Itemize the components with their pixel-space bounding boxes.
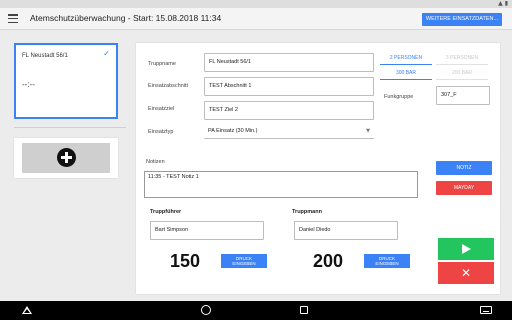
- einsatzziel-input[interactable]: TEST Ziel 2: [204, 101, 374, 120]
- app-bar: Atemschutzüberwachung - Start: 15.08.201…: [0, 8, 512, 30]
- funkgruppe-label: Funkgruppe: [384, 94, 414, 100]
- app-title: Atemschutzüberwachung - Start: 15.08.201…: [30, 13, 222, 23]
- unit-name: FL Neustadt 56/1: [22, 53, 68, 59]
- system-status-icons: ▲ ▮: [498, 0, 508, 7]
- truppfuehrer-druck-button[interactable]: DRUCK EINGEBEN: [221, 254, 267, 268]
- funkgruppe-input[interactable]: 307_F: [436, 86, 490, 105]
- notiz-button[interactable]: NOTIZ: [436, 161, 492, 175]
- truppfuehrer-pressure: 150: [170, 251, 201, 271]
- stop-button[interactable]: ✕: [438, 262, 494, 284]
- truppmann-input[interactable]: Daniel Diedo: [294, 221, 398, 240]
- android-nav-bar: [0, 301, 512, 320]
- home-icon[interactable]: [201, 305, 211, 315]
- more-mission-data-button[interactable]: WEITERE EINSATZDATEN...: [422, 13, 502, 26]
- truppfuehrer-label: Truppführer: [150, 209, 182, 215]
- truppname-label: Truppname: [148, 61, 176, 67]
- status-bar: ▲ ▮: [0, 0, 512, 8]
- sidebar: FL Neustadt 56/1 ✓ --:--: [0, 31, 126, 300]
- druck-button-line2: EINGEBEN: [232, 261, 256, 266]
- truppfuehrer-input[interactable]: Bart Simpson: [150, 221, 264, 240]
- add-unit-card[interactable]: [14, 138, 118, 178]
- mayday-button[interactable]: MAYDAY: [436, 181, 492, 195]
- einsatztyp-label: Einsatztyp: [148, 129, 174, 135]
- unit-time: --:--: [22, 80, 35, 89]
- main-panel: Truppname FL Neustadt 56/1 Einsatzabschn…: [136, 43, 500, 294]
- toggle-3-persons[interactable]: 3 PERSONEN: [436, 53, 488, 65]
- notes-label: Notizen: [146, 159, 165, 165]
- toggle-200-bar[interactable]: 200 BAR: [436, 68, 488, 80]
- einsatztyp-select[interactable]: PA Einsatz (30 Min.) ▼: [204, 125, 374, 139]
- notes-textarea[interactable]: 11:35 - TEST Notiz 1: [144, 171, 418, 198]
- einsatztyp-value: PA Einsatz (30 Min.): [208, 128, 258, 134]
- sidebar-divider: [14, 127, 126, 128]
- add-icon: [57, 148, 76, 167]
- dropdown-arrow-icon: ▼: [366, 128, 370, 134]
- unit-card[interactable]: FL Neustadt 56/1 ✓ --:--: [14, 43, 118, 119]
- truppmann-label: Truppmann: [292, 209, 322, 215]
- einsatzziel-label: Einsatzziel: [148, 106, 175, 112]
- druck-button-line2: EINGEBEN: [375, 261, 399, 266]
- truppmann-pressure: 200: [313, 251, 344, 271]
- hamburger-menu-icon[interactable]: [8, 14, 18, 24]
- start-button[interactable]: [438, 238, 494, 260]
- add-unit-button[interactable]: [22, 143, 110, 173]
- keyboard-icon[interactable]: [480, 306, 492, 314]
- toggle-300-bar[interactable]: 300 BAR: [380, 68, 432, 80]
- check-icon: ✓: [103, 49, 110, 58]
- truppname-input[interactable]: FL Neustadt 56/1: [204, 53, 374, 72]
- recent-apps-icon[interactable]: [300, 306, 308, 314]
- toggle-2-persons[interactable]: 2 PERSONEN: [380, 53, 432, 65]
- close-icon: ✕: [460, 266, 472, 280]
- einsatzabschnitt-input[interactable]: TEST Abschnitt 1: [204, 77, 374, 96]
- einsatzabschnitt-label: Einsatzabschnitt: [148, 83, 189, 89]
- play-icon: [462, 244, 471, 254]
- truppmann-druck-button[interactable]: DRUCK EINGEBEN: [364, 254, 410, 268]
